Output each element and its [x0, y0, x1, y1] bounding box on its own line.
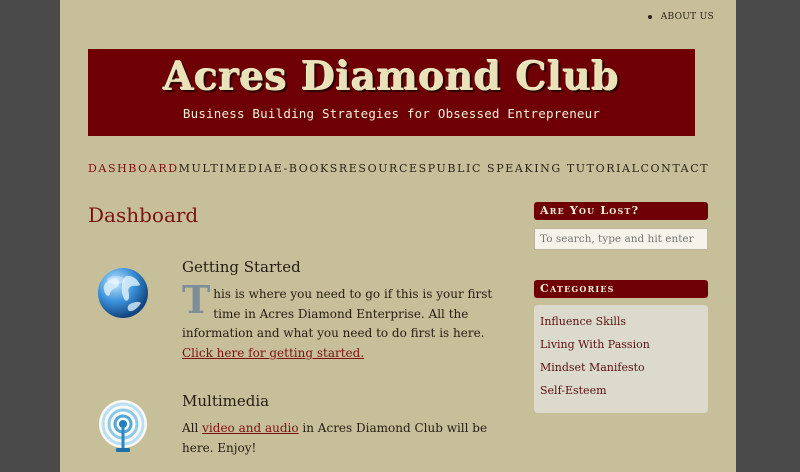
nav-public-speaking-tutorial[interactable]: PUBLIC SPEAKING TUTORIAL — [428, 162, 641, 175]
post-body: Multimedia All video and audio in Acres … — [182, 392, 502, 458]
nav-ebooks[interactable]: E-BOOKS — [274, 162, 339, 175]
post-excerpt: This is where you need to go if this is … — [182, 277, 502, 363]
bullet-icon — [647, 14, 652, 19]
search-input[interactable] — [534, 228, 708, 250]
nav-multimedia[interactable]: MULTIMEDIA — [179, 162, 274, 175]
main-nav: DASHBOARD MULTIMEDIA E-BOOKS RESOURCES P… — [88, 162, 708, 175]
nav-dashboard[interactable]: DASHBOARD — [88, 162, 179, 175]
top-nav: ABOUT US — [647, 12, 714, 22]
site-title: Acres Diamond Club — [163, 54, 620, 100]
page: ABOUT US Acres Diamond Club Business Bui… — [60, 0, 736, 472]
categories-list: Influence Skills Living With Passion Min… — [534, 305, 708, 413]
about-us-link[interactable]: ABOUT US — [661, 12, 714, 22]
post-text: All — [182, 421, 203, 435]
post-excerpt: All video and audio in Acres Diamond Clu… — [182, 419, 502, 458]
post-title[interactable]: Getting Started — [182, 258, 502, 276]
post-title[interactable]: Multimedia — [182, 392, 502, 410]
nav-resources[interactable]: RESOURCES — [339, 162, 428, 175]
category-self-esteem[interactable]: Self-Esteem — [540, 379, 702, 402]
broadcast-icon — [99, 400, 147, 452]
dropcap: T — [182, 277, 211, 322]
category-living-with-passion[interactable]: Living With Passion — [540, 333, 702, 356]
are-you-lost-title: Are You Lost? — [534, 202, 708, 220]
nav-contact[interactable]: CONTACT — [640, 162, 709, 175]
category-mindset-manifesto[interactable]: Mindset Manifesto — [540, 356, 702, 379]
post-body: Getting Started This is where you need t… — [182, 258, 502, 363]
globe-icon — [98, 268, 148, 318]
video-audio-link[interactable]: video and audio — [202, 421, 298, 435]
page-title: Dashboard — [88, 203, 199, 227]
category-influence-skills[interactable]: Influence Skills — [540, 310, 702, 333]
site-subtitle: Business Building Strategies for Obsesse… — [182, 106, 601, 121]
post-text: his is where you need to go if this is y… — [182, 287, 493, 340]
getting-started-link[interactable]: Click here for getting started. — [182, 346, 364, 360]
site-banner[interactable]: Acres Diamond Club Business Building Str… — [88, 49, 695, 136]
categories-title: Categories — [534, 280, 708, 298]
